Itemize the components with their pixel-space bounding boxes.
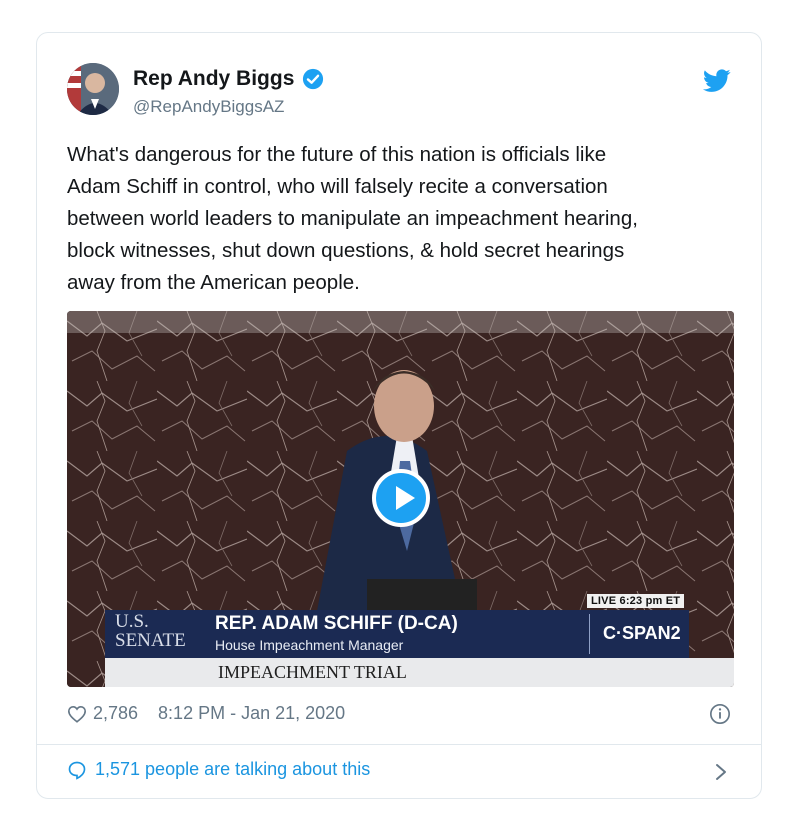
conversation-label[interactable]: 1,571 people are talking about this <box>95 759 370 780</box>
trial-label: IMPEACHMENT TRIAL <box>218 662 407 682</box>
senate-logo: U.S. SENATE <box>115 611 186 651</box>
chyron-divider <box>589 614 590 654</box>
chevron-right-icon[interactable] <box>715 763 727 781</box>
tweet-meta: 2,786 8:12 PM - Jan 21, 2020 <box>67 703 345 724</box>
trial-bar: IMPEACHMENT TRIAL <box>105 658 734 687</box>
video-player[interactable]: LIVE 6:23 pm ET U.S. SENATE REP. ADAM SC… <box>67 311 734 687</box>
heart-icon[interactable] <box>67 705 87 723</box>
twitter-bird-icon[interactable] <box>703 69 731 93</box>
chyron-role: House Impeachment Manager <box>215 637 404 653</box>
comment-bubble-icon <box>68 761 86 780</box>
tweet-text: What's dangerous for the future of this … <box>67 143 638 294</box>
conversation-link[interactable]: 1,571 people are talking about this <box>67 759 370 780</box>
live-badge: LIVE 6:23 pm ET <box>587 594 685 608</box>
video-chyron: U.S. SENATE REP. ADAM SCHIFF (D-CA) Hous… <box>105 610 689 658</box>
avatar[interactable] <box>67 63 119 115</box>
play-button[interactable] <box>372 469 430 527</box>
author-name[interactable]: Rep Andy Biggs <box>133 67 294 91</box>
tweet-card[interactable]: Rep Andy Biggs @RepAndyBiggsAZ What's da… <box>36 32 762 799</box>
info-icon[interactable] <box>709 703 731 725</box>
network-logo: C·SPAN2 <box>603 623 681 643</box>
like-count[interactable]: 2,786 <box>93 703 138 724</box>
timestamp[interactable]: 8:12 PM - Jan 21, 2020 <box>158 703 345 724</box>
verified-badge-icon <box>303 68 324 90</box>
chyron-name: REP. ADAM SCHIFF (D-CA) <box>215 613 458 634</box>
author-handle[interactable]: @RepAndyBiggsAZ <box>133 97 284 117</box>
divider <box>37 744 761 745</box>
